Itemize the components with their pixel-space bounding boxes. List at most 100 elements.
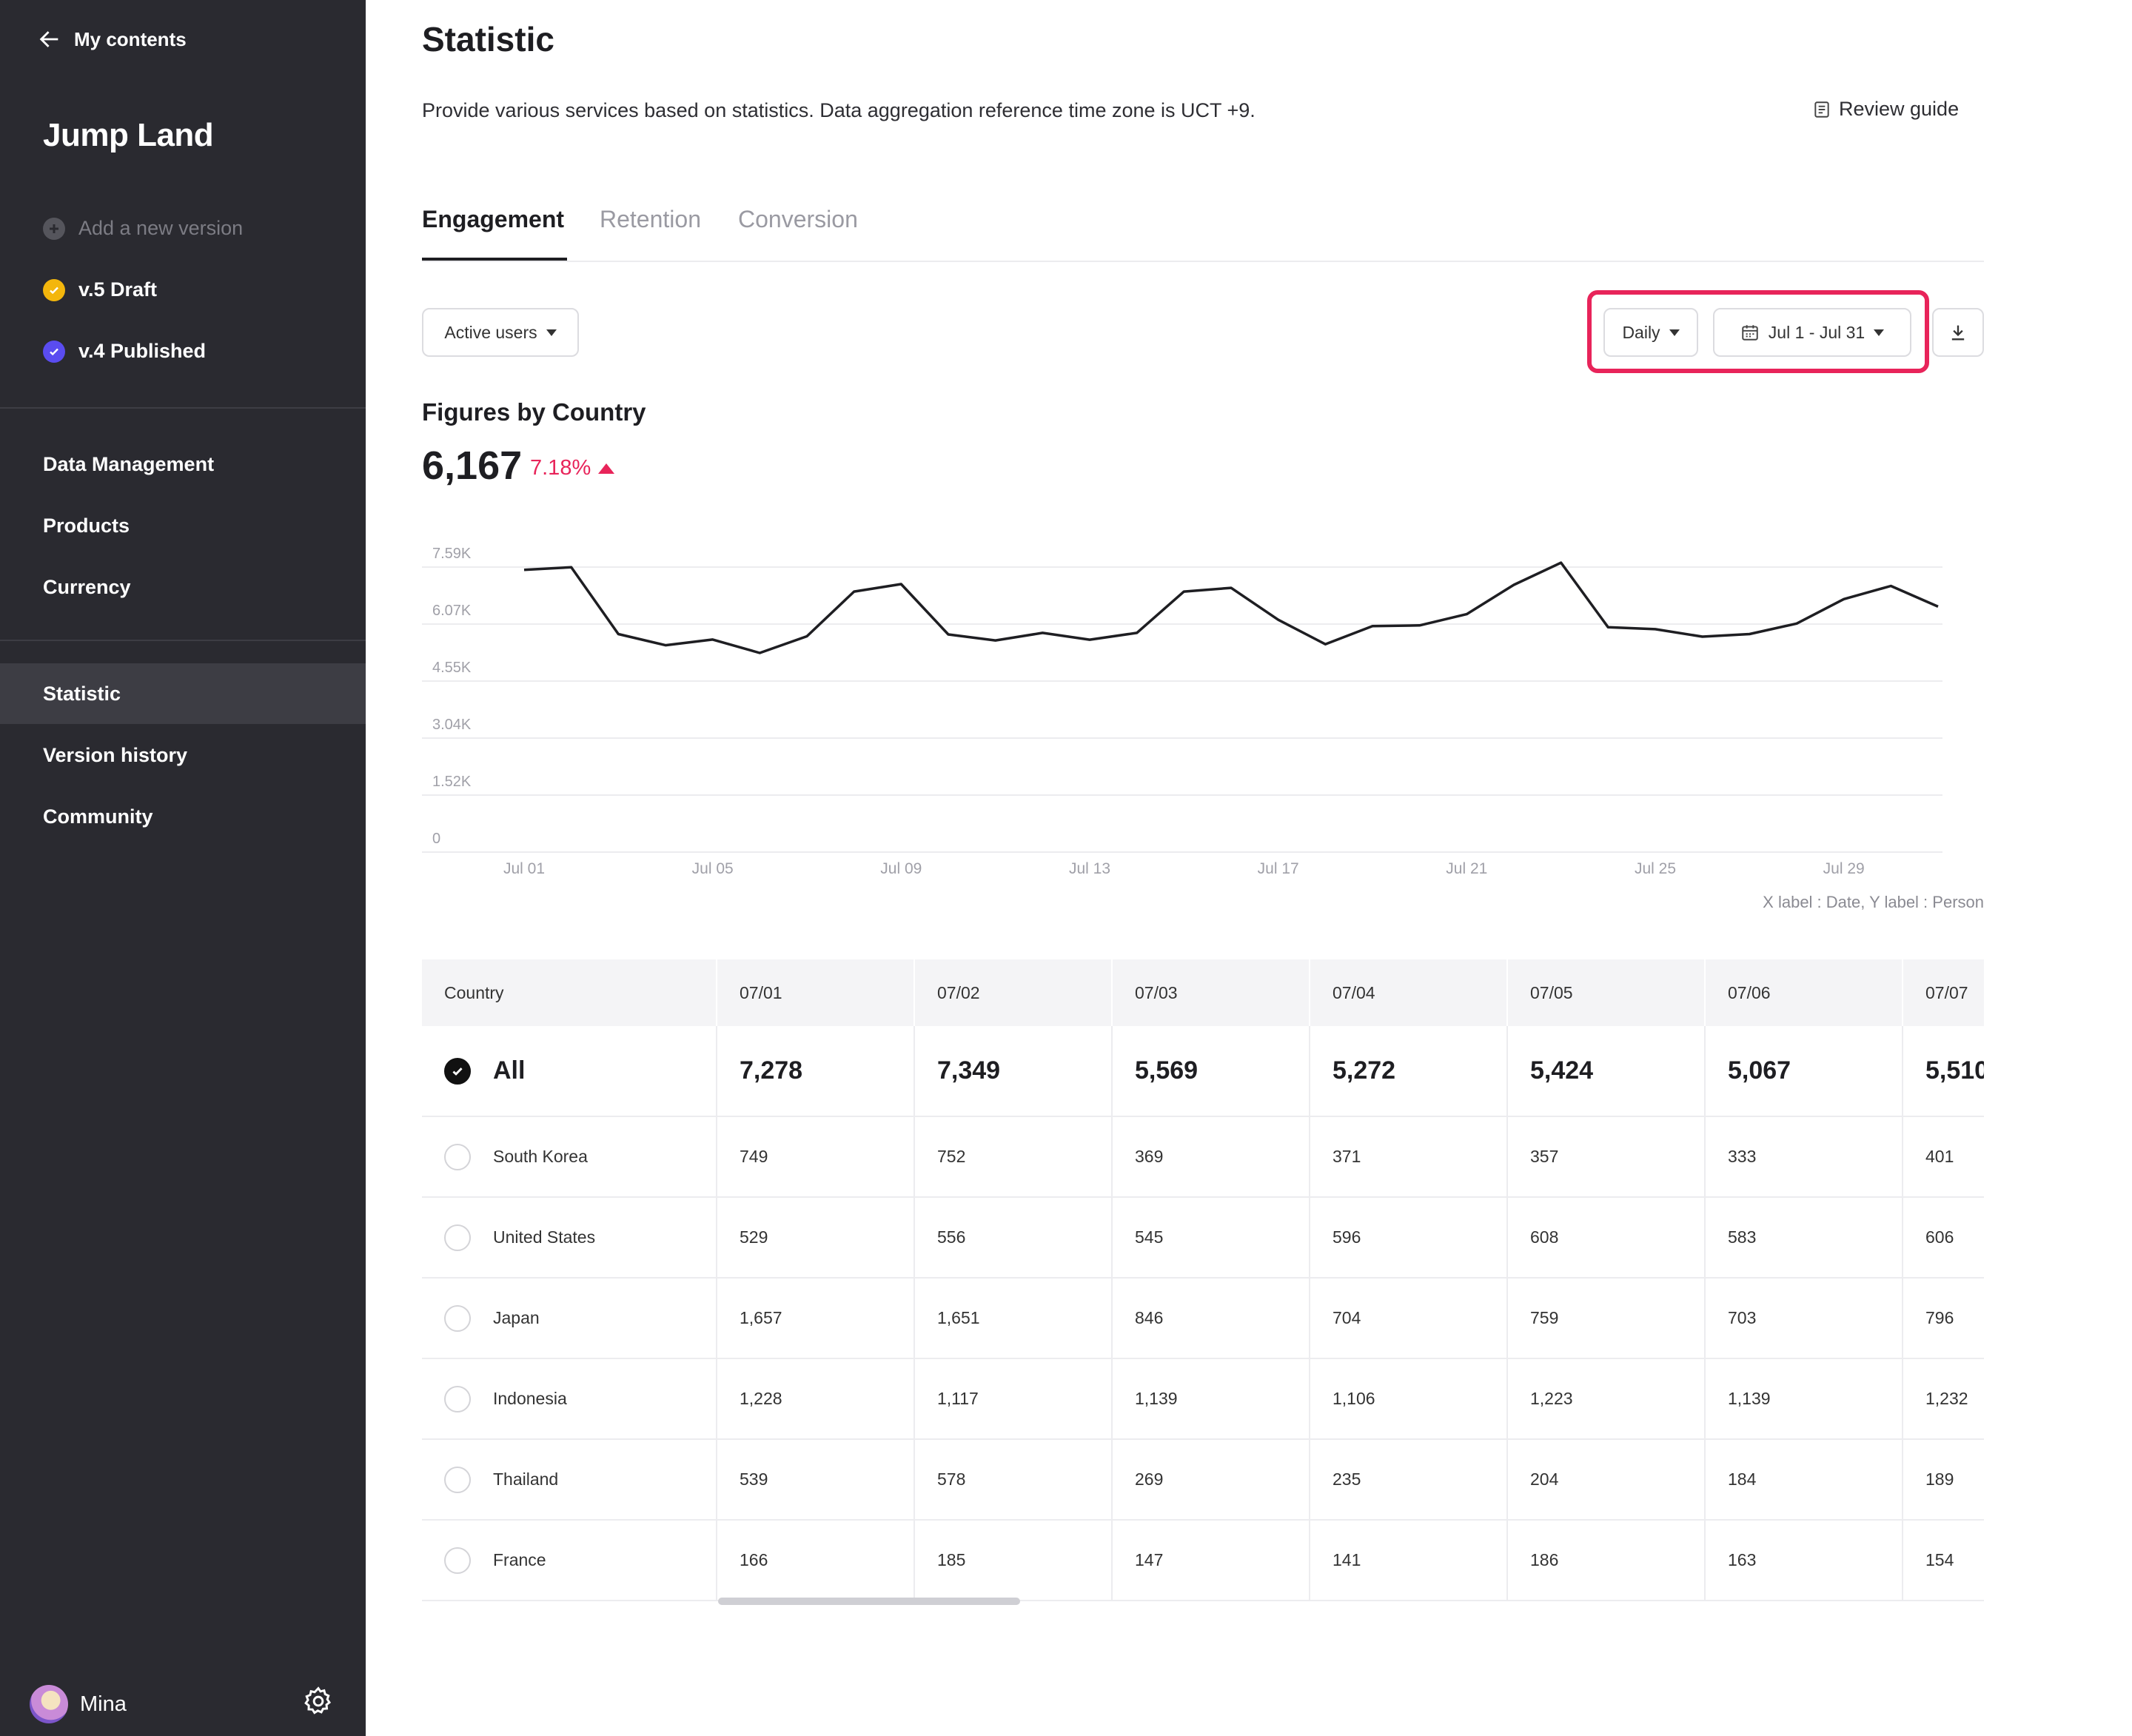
data-point[interactable]	[1224, 580, 1238, 595]
table-row[interactable]: Indonesia 1,228 1,117 1,139 1,106 1,223 1,139 1…	[422, 1358, 1984, 1440]
tab-conversion[interactable]: Conversion	[738, 206, 858, 259]
data-point[interactable]	[658, 638, 673, 653]
data-point[interactable]	[1600, 620, 1615, 634]
data-point[interactable]	[1648, 622, 1663, 637]
tab-retention[interactable]: Retention	[600, 206, 701, 259]
data-point[interactable]	[1554, 555, 1569, 570]
user-profile[interactable]: Mina	[30, 1685, 127, 1723]
data-point[interactable]	[1883, 579, 1898, 594]
data-point[interactable]	[1742, 626, 1757, 641]
sidebar-item-label: Data Management	[43, 452, 215, 475]
country-name: Japan	[493, 1308, 540, 1327]
country-cell-content: United States	[444, 1224, 715, 1251]
radio-button[interactable]	[444, 1546, 471, 1574]
data-point[interactable]	[1412, 618, 1427, 633]
data-point[interactable]	[1130, 626, 1144, 640]
table-header-row: Country 07/01 07/02 07/03 07/04 07/05 07/06 07/…	[422, 959, 1984, 1026]
data-point[interactable]	[1082, 632, 1097, 647]
gear-icon[interactable]	[302, 1685, 335, 1717]
table-row[interactable]: South Korea 749 752 369 371 357 333 401	[422, 1116, 1984, 1198]
value-cell: 184	[1705, 1439, 1903, 1521]
country-cell: Indonesia	[422, 1358, 717, 1440]
value-cell: 7,349	[914, 1026, 1113, 1117]
table-row[interactable]: France 166 185 147 141 186 163 154	[422, 1520, 1984, 1601]
country-cell-content: France	[444, 1546, 715, 1574]
sidebar-item-label: Statistic	[43, 682, 121, 705]
radio-button[interactable]	[444, 1466, 471, 1493]
plus-circle-icon	[43, 217, 65, 240]
metric-dropdown-label: Active users	[444, 322, 537, 342]
data-point[interactable]	[847, 584, 862, 599]
sidebar-item-statistic[interactable]: Statistic	[0, 663, 366, 724]
change-value: 7.18%	[530, 456, 591, 480]
value-cell: 796	[1903, 1278, 1984, 1359]
data-point[interactable]	[941, 627, 956, 642]
data-point[interactable]	[1271, 612, 1286, 627]
table-row[interactable]: Japan 1,657 1,651 846 704 759 703 796	[422, 1278, 1984, 1359]
document-icon	[1814, 101, 1829, 118]
radio-button[interactable]	[444, 1143, 471, 1170]
sidebar-item-currency[interactable]: Currency	[0, 557, 366, 617]
value-cell: 371	[1310, 1116, 1508, 1198]
horizontal-scrollbar[interactable]	[718, 1598, 1020, 1605]
value-cell: 1,223	[1507, 1358, 1706, 1440]
check-circle-icon	[43, 340, 65, 363]
data-point[interactable]	[1695, 629, 1710, 644]
data-point[interactable]	[1035, 626, 1050, 640]
value-cell: 596	[1310, 1197, 1508, 1278]
data-point[interactable]	[1365, 619, 1380, 634]
value-cell: 166	[717, 1520, 915, 1601]
data-point[interactable]	[988, 633, 1003, 648]
sidebar-item-data-management[interactable]: Data Management	[0, 434, 366, 495]
country-table-container[interactable]: Country 07/01 07/02 07/03 07/04 07/05 07/06 07/…	[422, 959, 1984, 1611]
data-point[interactable]	[1176, 584, 1191, 599]
value-cell: 608	[1507, 1197, 1706, 1278]
data-point[interactable]	[800, 629, 814, 644]
x-tick-label: Jul 29	[1823, 860, 1865, 877]
granularity-dropdown[interactable]: Daily	[1603, 308, 1698, 357]
version-label: v.5 Draft	[78, 278, 158, 301]
review-guide-link[interactable]: Review guide	[1812, 98, 1959, 121]
data-point[interactable]	[705, 632, 720, 647]
value-cell: 269	[1112, 1439, 1310, 1521]
country-name: France	[493, 1550, 546, 1569]
data-point[interactable]	[1837, 591, 1851, 606]
value-cell: 333	[1705, 1116, 1903, 1198]
add-version-button[interactable]: Add a new version	[43, 217, 243, 240]
table-row-all[interactable]: All 7,278 7,349 5,569 5,272 5,424 5,067 5,510	[422, 1026, 1984, 1117]
triangle-up-icon	[598, 463, 615, 474]
date-range-picker[interactable]: Jul 1 - Jul 31	[1713, 308, 1911, 357]
download-button[interactable]	[1932, 308, 1984, 357]
data-point[interactable]	[517, 563, 532, 577]
data-point[interactable]	[752, 646, 767, 660]
country-name: South Korea	[493, 1147, 588, 1166]
table-row[interactable]: United States 529 556 545 596 608 583 606	[422, 1197, 1984, 1278]
granularity-dropdown-label: Daily	[1622, 322, 1660, 342]
data-point[interactable]	[1789, 616, 1804, 631]
data-point[interactable]	[894, 577, 908, 591]
radio-button[interactable]	[444, 1304, 471, 1332]
data-point[interactable]	[1318, 637, 1332, 651]
sidebar-item-community[interactable]: Community	[0, 786, 366, 847]
data-point[interactable]	[1931, 599, 1945, 614]
data-point[interactable]	[1506, 577, 1521, 592]
sidebar-item-products[interactable]: Products	[0, 495, 366, 556]
data-point[interactable]	[1459, 607, 1474, 622]
radio-button[interactable]	[444, 1385, 471, 1412]
radio-button[interactable]	[444, 1224, 471, 1251]
country-cell: All	[422, 1026, 717, 1117]
table-row[interactable]: Thailand 539 578 269 235 204 184 189	[422, 1439, 1984, 1521]
value-cell: 1,232	[1903, 1358, 1984, 1440]
metric-dropdown[interactable]: Active users	[422, 308, 579, 357]
value-cell: 752	[914, 1116, 1113, 1198]
country-name: All	[493, 1056, 526, 1085]
sidebar-item-version-history[interactable]: Version history	[0, 725, 366, 785]
back-to-my-contents-link[interactable]: My contents	[37, 27, 187, 52]
tab-engagement[interactable]: Engagement	[422, 206, 567, 261]
version-item-published[interactable]: v.4 Published	[43, 340, 206, 363]
data-point[interactable]	[611, 627, 626, 642]
version-item-draft[interactable]: v.5 Draft	[43, 278, 157, 301]
column-header-date: 07/05	[1507, 959, 1706, 1026]
data-point[interactable]	[564, 560, 579, 574]
radio-checked[interactable]	[444, 1057, 471, 1085]
